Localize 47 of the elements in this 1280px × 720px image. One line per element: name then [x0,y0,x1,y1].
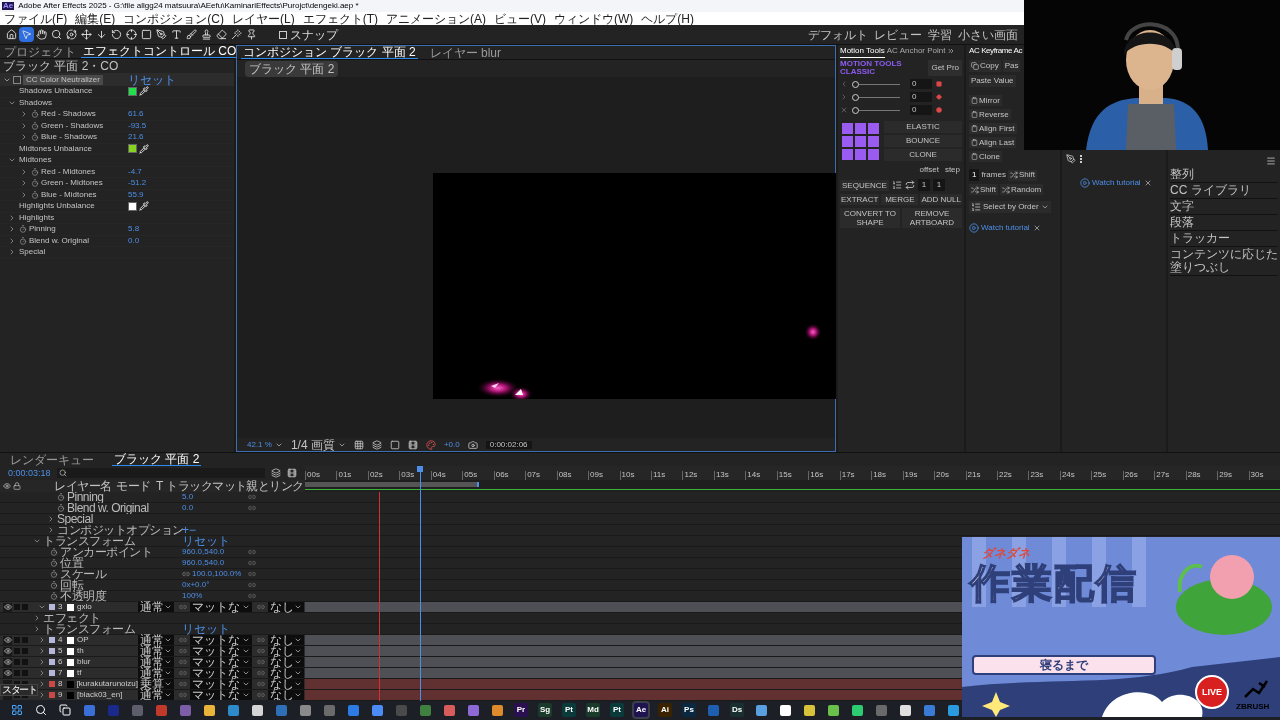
layer-number: 8 [58,680,64,688]
offset-label: offset [919,164,939,176]
brand-logo: MOTION TOOLS CLASSIC [840,60,902,76]
layer-number: 7 [58,669,64,677]
param-label: Midtones Unbalance [19,144,92,153]
layer-number: 3 [58,603,64,611]
logo-text: ZBRUSH [1236,703,1270,711]
window-title: Adobe After Effects 2025 - G:\file allgg24 matsuura\AEefu\KaminariEffects\Purojct\dengeki.aep * [18,2,359,10]
property-label: Blend w. Original [67,502,149,514]
param-label: Red - Midtones [41,167,96,176]
layer-number: 6 [58,658,64,666]
property-label: 不透明度 [60,590,106,602]
property-label: 位置 [60,557,83,569]
property-label: トランスフォーム [43,535,135,547]
panel-title: AC Keyframe Ac [969,45,1024,57]
layer-number: 4 [58,636,64,644]
tooltip: スタート [0,684,38,696]
property-label: エフェクト [43,612,101,624]
param-label: Blend w. Original [29,236,90,245]
property-label: 回転 [60,579,83,591]
property-label: スケール [60,568,106,580]
param-label: Blue - Shadows [41,133,98,142]
overlay-ruby: ダネダネ [982,547,1030,559]
param-label: Midtones [19,156,52,165]
layer-number: 9 [58,691,64,699]
property-label: Special [57,513,93,525]
param-label: Highlights Unbalance [19,202,95,211]
param-label: Red - Shadows [41,110,96,119]
param-label: Blue - Midtones [41,190,97,199]
frames-label: frames [981,169,1006,181]
overlay-title: 作業配信 [970,563,1138,603]
param-label: Special [19,248,46,257]
param-label: Pinning [29,225,56,234]
layer-number: 5 [58,647,64,655]
property-label: アンカーポイント [60,546,152,558]
param-label: Shadows Unbalance [19,87,93,96]
param-label: Highlights [19,213,55,222]
app-logo: Ae [2,2,15,10]
param-label: Green - Shadows [41,121,104,130]
subtitle-banner: 寝るまで [972,655,1156,675]
step-label: step [944,164,960,176]
param-label: Green - Midtones [41,179,103,188]
property-label: コンポジットオプション [57,524,184,536]
param-label: Shadows [19,98,52,107]
property-label: Pinning [67,491,104,503]
layer-name: ブラック 平面 2・CO [2,59,120,73]
property-label: トランスフォーム [43,623,135,635]
